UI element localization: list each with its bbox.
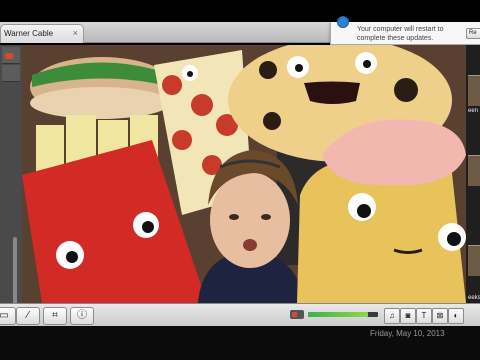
notification-text: Your computer will restart to complete t… — [357, 26, 444, 42]
title-button[interactable]: T — [416, 308, 432, 324]
video-frame-illustration — [22, 45, 466, 303]
audio-level-meter — [308, 312, 378, 317]
browser-tab[interactable]: Warner Cable × — [0, 24, 84, 43]
wand-tool-button[interactable]: ⁄ — [16, 307, 40, 325]
map-button[interactable]: ◐ — [448, 308, 464, 324]
video-preview — [22, 45, 466, 303]
tab-title: Warner Cable — [4, 29, 54, 38]
restart-button[interactable]: Re — [466, 28, 480, 39]
update-icon — [337, 16, 349, 28]
update-notification: Your computer will restart to complete t… — [330, 16, 480, 45]
clip-thumbnail[interactable] — [468, 155, 480, 186]
letterbox-top — [0, 0, 480, 22]
sandwich-plush — [30, 57, 174, 119]
view-toggle-button[interactable]: ▭ — [0, 307, 16, 325]
camera-button[interactable]: ◙ — [400, 308, 416, 324]
clip-thumbnail[interactable] — [468, 75, 480, 106]
datetime-label: Friday, May 10, 2013 — [370, 329, 445, 338]
audio-monitor-toggle[interactable] — [290, 310, 304, 319]
controls-toolbar: ▭ ⁄ ⌗ ⓘ ♫ ◙ T ⊠ ◐ — [0, 303, 480, 327]
info-button[interactable]: ⓘ — [70, 307, 94, 325]
crop-tool-button[interactable]: ⌗ — [43, 307, 67, 325]
library-item[interactable] — [2, 65, 20, 82]
record-icon — [5, 53, 13, 59]
clip-thumbnail[interactable] — [468, 245, 480, 276]
clip-label: eeks — [468, 295, 480, 301]
event-library-panel — [0, 45, 22, 327]
music-button[interactable]: ♫ — [384, 308, 400, 324]
transition-button[interactable]: ⊠ — [432, 308, 448, 324]
audio-level-fill — [308, 312, 368, 317]
tab-close-icon[interactable]: × — [73, 28, 78, 38]
clip-label: een — [468, 108, 479, 114]
library-item[interactable] — [2, 47, 20, 64]
clip-browser-panel: een eeks — [466, 45, 480, 303]
